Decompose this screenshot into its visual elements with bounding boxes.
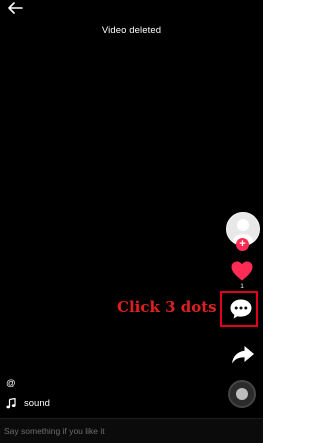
share-arrow-icon — [232, 346, 254, 364]
heart-icon — [231, 261, 253, 281]
comment-button[interactable] — [229, 298, 253, 320]
author-username[interactable]: @ — [6, 378, 16, 389]
creator-avatar-group: + — [226, 212, 260, 251]
comment-bar — [0, 419, 263, 443]
video-screen: Video deleted + 1 Click 3 dots @ sound S… — [0, 0, 263, 443]
comment-input[interactable] — [4, 423, 254, 439]
sound-row[interactable]: sound — [6, 396, 50, 410]
follow-button[interactable]: + — [236, 238, 249, 251]
like-button[interactable] — [230, 260, 254, 282]
share-button[interactable] — [230, 344, 256, 366]
plus-icon: + — [239, 238, 246, 250]
music-note-icon — [6, 397, 16, 408]
back-button[interactable] — [6, 1, 24, 15]
annotation-text: Click 3 dots — [117, 298, 217, 316]
arrow-left-icon — [8, 2, 23, 14]
sound-disc-avatar — [236, 388, 248, 400]
page-title: Video deleted — [101, 25, 162, 36]
sound-label: sound — [24, 397, 50, 409]
chat-bubble-dots-icon — [230, 299, 252, 319]
sound-disc[interactable] — [228, 380, 256, 408]
like-count: 1 — [240, 283, 244, 290]
